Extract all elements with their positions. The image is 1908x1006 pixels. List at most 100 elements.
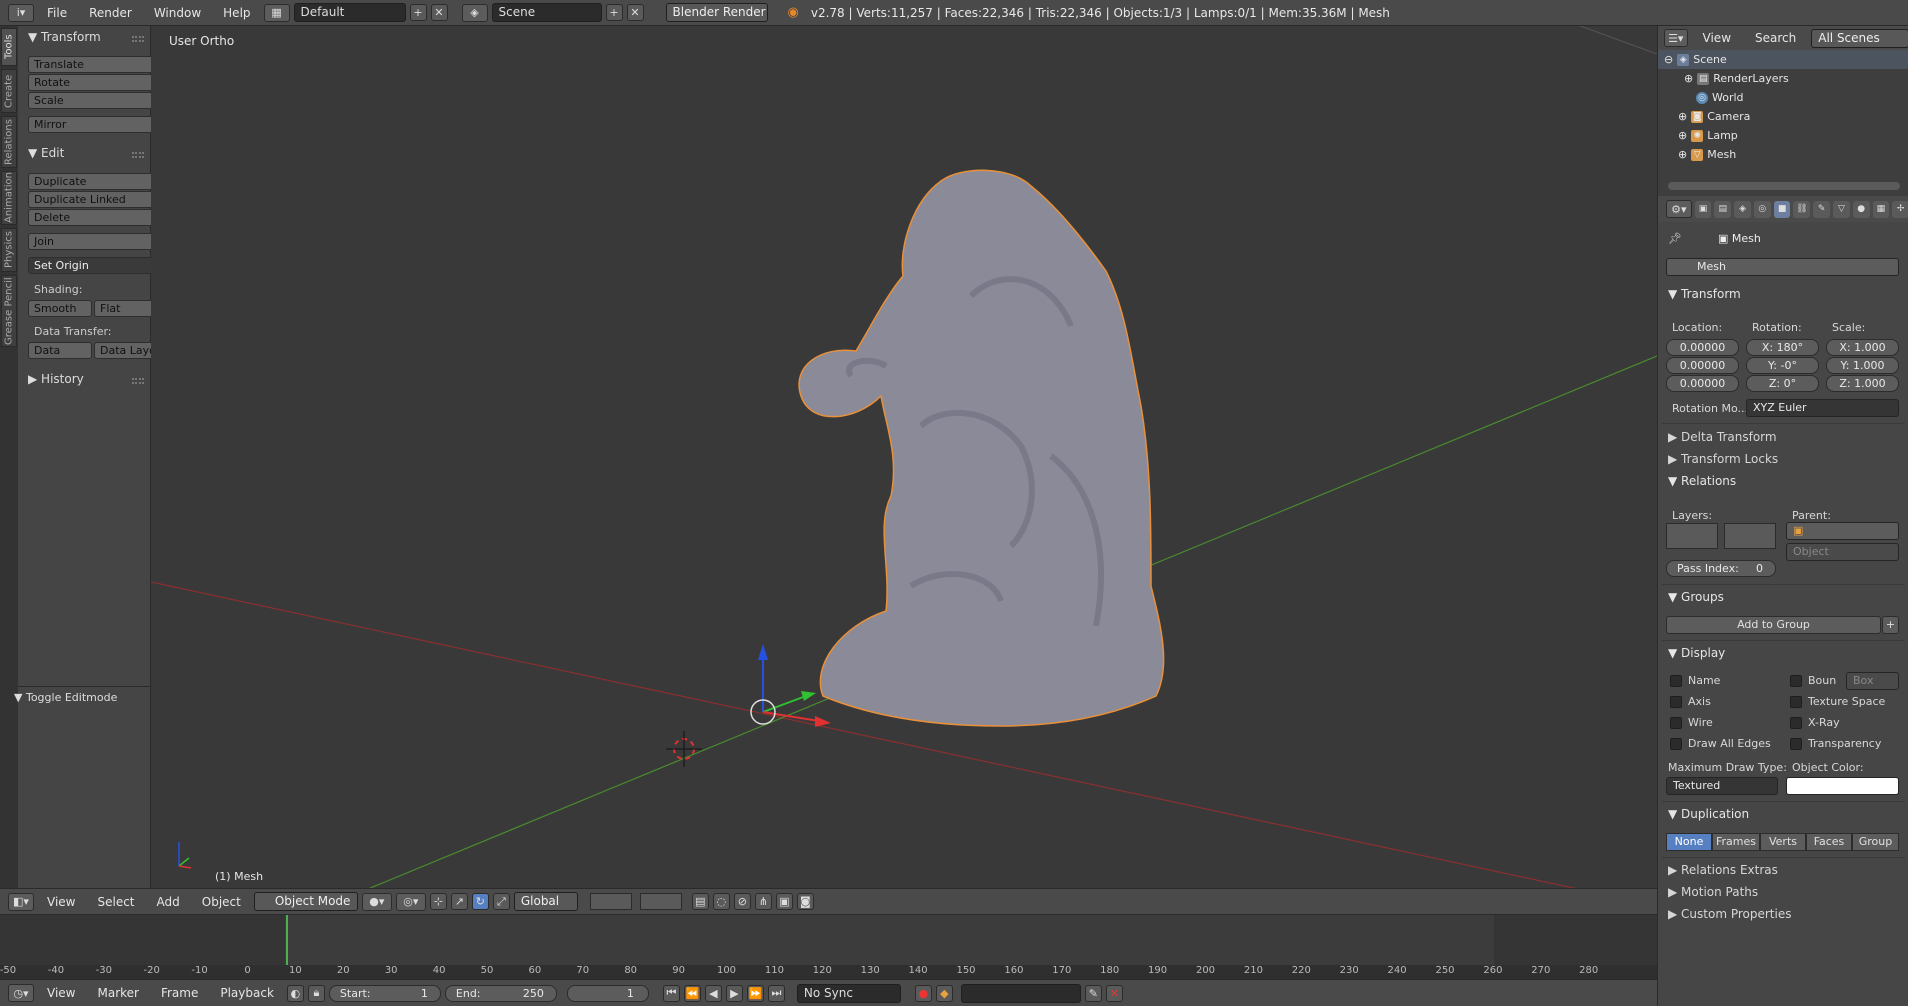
panel-grip-icon[interactable]: [132, 378, 144, 384]
panel-transform-header[interactable]: ▼ Transform: [28, 30, 101, 44]
play-icon[interactable]: ▶: [725, 984, 743, 1002]
camera-render-icon[interactable]: ◙: [796, 893, 814, 910]
location-y-field[interactable]: 0.00000: [1666, 357, 1739, 374]
pass-index-field[interactable]: Pass Index: 0: [1666, 560, 1776, 577]
texture-tab-icon[interactable]: ▦: [1872, 200, 1890, 218]
section-duplication[interactable]: ▼ Duplication: [1668, 807, 1749, 821]
menu-file[interactable]: File: [38, 0, 76, 26]
preview-range-icon[interactable]: ◐: [286, 984, 304, 1002]
panel-grip-icon[interactable]: [132, 36, 144, 42]
lock-layers-icon[interactable]: ▤: [691, 893, 709, 910]
toggle-editmode-panel[interactable]: ▼ Toggle Editmode: [14, 691, 117, 704]
section-groups[interactable]: ▼ Groups: [1668, 590, 1724, 604]
panel-grip-icon[interactable]: [132, 152, 144, 158]
scale-y-field[interactable]: Y: 1.000: [1826, 357, 1899, 374]
add-to-group-button[interactable]: Add to Group: [1666, 616, 1881, 634]
join-button[interactable]: Join: [28, 233, 158, 250]
particles-tab-icon[interactable]: ✢: [1892, 200, 1908, 218]
dup-group-button[interactable]: Group: [1852, 833, 1899, 851]
bounds-checkbox[interactable]: [1790, 675, 1802, 687]
outliner-row-renderlayers[interactable]: ⊕ ▤ RenderLayers: [1658, 69, 1908, 88]
outliner-filter-select[interactable]: All Scenes: [1811, 28, 1908, 48]
outliner-row-mesh[interactable]: ⊕ ▽ Mesh: [1658, 145, 1908, 164]
add-group-icon[interactable]: +: [1882, 616, 1899, 634]
scene-tab-icon[interactable]: ◈: [1734, 200, 1751, 218]
outliner-row-world[interactable]: ◎ World: [1658, 88, 1908, 107]
tab-tools[interactable]: Tools: [1, 28, 17, 66]
editor-type-icon[interactable]: ◧▾: [8, 892, 34, 911]
menu-add[interactable]: Add: [148, 889, 189, 915]
scale-z-field[interactable]: Z: 1.000: [1826, 375, 1899, 392]
layer-grid-2[interactable]: [1724, 523, 1776, 549]
render-tab-icon[interactable]: ▣: [1694, 200, 1712, 218]
expand-icon[interactable]: ⊕: [1678, 148, 1687, 161]
menu-help[interactable]: Help: [214, 0, 259, 26]
snap-toggle-icon[interactable]: ⊘: [733, 893, 751, 910]
menu-frame[interactable]: Frame: [152, 980, 207, 1006]
timeline[interactable]: -50 -40 -30 -20 -10 0 10 20 30 40 50 60 70 80 90 100 110…: [0, 914, 1657, 980]
rotation-mode-select[interactable]: XYZ Euler: [1746, 399, 1899, 417]
record-icon[interactable]: ●: [914, 984, 932, 1002]
collapse-icon[interactable]: ⊖: [1664, 53, 1673, 66]
layer-buttons-1[interactable]: [589, 893, 632, 910]
dup-verts-button[interactable]: Verts: [1760, 833, 1806, 851]
tab-physics[interactable]: Physics: [1, 228, 17, 272]
jump-end-icon[interactable]: ⏭: [767, 984, 785, 1002]
layout-grid-icon[interactable]: ▦: [263, 3, 290, 22]
data-layout-button[interactable]: Data Layo: [94, 342, 158, 359]
editor-type-icon[interactable]: ⚙▾: [1666, 200, 1692, 218]
menu-select[interactable]: Select: [88, 889, 143, 915]
editor-type-icon[interactable]: ☰▾: [1664, 29, 1688, 47]
shading-mode-icon[interactable]: ●▾: [361, 892, 392, 911]
add-scene-button[interactable]: +: [605, 4, 623, 21]
bounds-type-select[interactable]: Box: [1846, 672, 1899, 690]
outliner-row-camera[interactable]: ⊕ ◙ Camera: [1658, 107, 1908, 126]
duplicate-button[interactable]: Duplicate: [28, 173, 158, 190]
outliner-row-lamp[interactable]: ⊕ ✺ Lamp: [1658, 126, 1908, 145]
panel-edit-header[interactable]: ▼ Edit: [28, 146, 64, 160]
editor-type-icon[interactable]: i▾: [8, 3, 34, 22]
insert-keyframe-icon[interactable]: ✎: [1084, 984, 1102, 1002]
translate-manipulator-icon[interactable]: ↗: [450, 893, 468, 910]
keying-set-field[interactable]: [960, 983, 1081, 1003]
parent-field[interactable]: ▣: [1786, 522, 1899, 540]
dup-none-button[interactable]: None: [1666, 833, 1712, 851]
jump-start-icon[interactable]: ⏮: [662, 984, 680, 1002]
translate-button[interactable]: Translate: [28, 56, 158, 73]
texture-space-checkbox[interactable]: [1790, 696, 1802, 708]
tab-animation[interactable]: Animation: [1, 171, 17, 225]
render-engine-select[interactable]: Blender Render: [665, 3, 768, 22]
section-transform[interactable]: ▼ Transform: [1668, 287, 1741, 301]
outliner-search-menu[interactable]: Search: [1746, 25, 1805, 51]
scale-x-field[interactable]: X: 1.000: [1826, 339, 1899, 356]
viewport-scene[interactable]: [151, 26, 1657, 888]
constraints-tab-icon[interactable]: ⛓: [1793, 200, 1811, 218]
renderlayers-tab-icon[interactable]: ▤: [1714, 200, 1732, 218]
current-frame-field[interactable]: 1: [566, 984, 649, 1002]
editor-type-icon[interactable]: ◷▾: [8, 984, 34, 1002]
remove-scene-button[interactable]: ✕: [626, 4, 644, 21]
panel-history-header[interactable]: ▶ History: [28, 372, 84, 386]
object-color-swatch[interactable]: [1786, 777, 1899, 795]
scene-field[interactable]: Scene: [491, 3, 602, 22]
render-preview-icon[interactable]: ▣: [775, 893, 793, 910]
start-frame-field[interactable]: Start: 1: [328, 984, 441, 1002]
set-origin-select[interactable]: Set Origin: [28, 257, 158, 274]
play-reverse-icon[interactable]: ◀: [704, 984, 722, 1002]
menu-tl-view[interactable]: View: [38, 980, 84, 1006]
layout-field[interactable]: Default: [293, 3, 406, 22]
section-custom-properties[interactable]: ▶ Custom Properties: [1668, 907, 1791, 921]
object-name-field[interactable]: Mesh: [1666, 258, 1899, 276]
tab-grease-pencil[interactable]: Grease Pencil: [1, 275, 17, 347]
menu-window[interactable]: Window: [145, 0, 210, 26]
next-keyframe-icon[interactable]: ⏩: [746, 984, 764, 1002]
rotate-button[interactable]: Rotate: [28, 74, 158, 91]
manipulator-toggle-icon[interactable]: ⊹: [429, 893, 447, 910]
keying-set-icon[interactable]: ◆: [935, 984, 953, 1002]
section-relations-extras[interactable]: ▶ Relations Extras: [1668, 863, 1778, 877]
menu-render[interactable]: Render: [80, 0, 141, 26]
tab-relations[interactable]: Relations: [1, 116, 17, 168]
pin-icon[interactable]: 📌︎: [1668, 232, 1682, 245]
rotate-manipulator-icon[interactable]: ↻: [471, 893, 489, 910]
snap-element-icon[interactable]: ⋔: [754, 893, 772, 910]
